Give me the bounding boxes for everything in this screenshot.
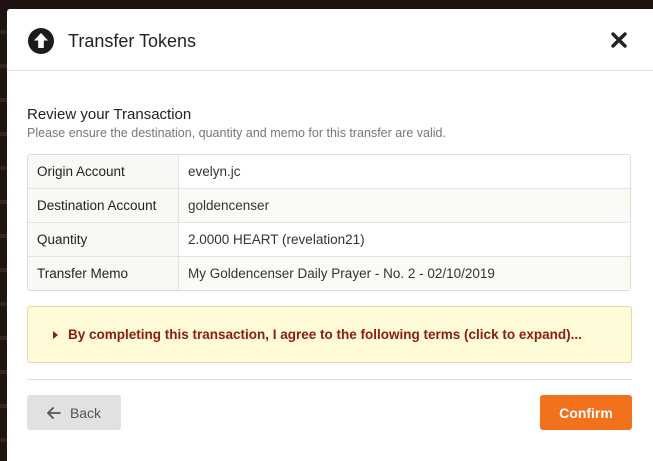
arrow-circle-up-icon xyxy=(28,28,54,54)
details-row-memo: Transfer Memo My Goldencenser Daily Pray… xyxy=(28,256,630,290)
row-value: evelyn.jc xyxy=(188,164,241,179)
arrow-left-icon xyxy=(47,406,61,419)
details-row-origin: Origin Account evelyn.jc xyxy=(28,155,630,188)
modal-header: Transfer Tokens xyxy=(7,9,653,71)
review-subtitle: Please ensure the destination, quantity … xyxy=(27,126,446,140)
details-row-quantity: Quantity 2.0000 HEART (revelation21) xyxy=(28,222,630,256)
details-row-destination: Destination Account goldencenser xyxy=(28,188,630,222)
terms-text: By completing this transaction, I agree … xyxy=(68,327,582,342)
caret-right-icon xyxy=(53,330,58,339)
row-label: Origin Account xyxy=(28,155,179,188)
row-value: 2.0000 HEART (revelation21) xyxy=(188,232,365,247)
close-icon[interactable] xyxy=(610,31,628,49)
row-value: My Goldencenser Daily Prayer - No. 2 - 0… xyxy=(188,266,495,281)
confirm-button[interactable]: Confirm xyxy=(540,395,632,430)
review-title: Review your Transaction xyxy=(27,106,192,123)
terms-accordion[interactable]: By completing this transaction, I agree … xyxy=(27,306,632,363)
row-label: Transfer Memo xyxy=(28,257,179,290)
row-label: Destination Account xyxy=(28,189,179,222)
transfer-tokens-modal: Transfer Tokens Review your Transaction … xyxy=(7,9,653,461)
back-button-label: Back xyxy=(69,404,102,421)
confirm-button-label: Confirm xyxy=(559,404,613,421)
back-button[interactable]: Back xyxy=(27,395,121,430)
row-label: Quantity xyxy=(28,223,179,256)
modal-title: Transfer Tokens xyxy=(68,31,197,51)
transaction-details-table: Origin Account evelyn.jc Destination Acc… xyxy=(27,154,631,291)
row-value: goldencenser xyxy=(188,198,270,213)
footer-divider xyxy=(27,379,632,380)
